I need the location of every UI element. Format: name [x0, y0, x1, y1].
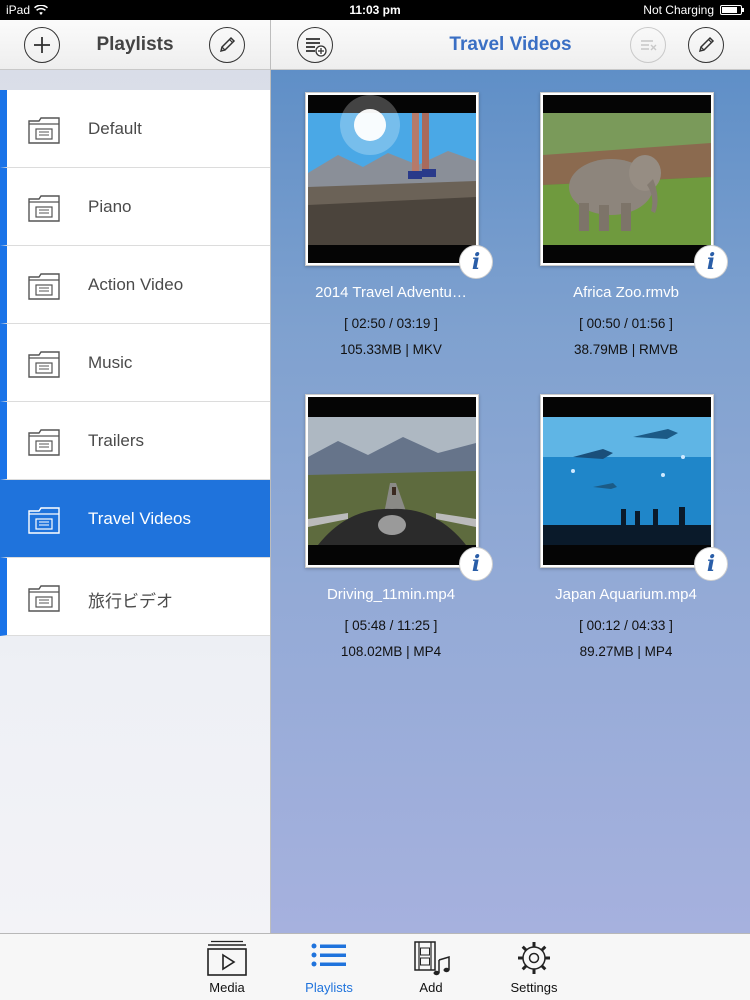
tab-label: Playlists [305, 980, 353, 995]
video-thumbnail[interactable] [540, 92, 714, 266]
info-icon: i [706, 249, 716, 275]
folder-icon [28, 585, 60, 612]
video-size: 108.02MB | MP4 [340, 644, 442, 659]
edit-playlists-button[interactable] [209, 27, 245, 63]
thumbnail-image [543, 397, 711, 565]
thumbnail-image [308, 397, 476, 565]
playlist-label: Trailers [88, 431, 145, 450]
video-title: Driving_11min.mp4 [326, 586, 456, 603]
clear-playlist-button[interactable] [630, 27, 666, 63]
info-icon: i [471, 249, 481, 275]
playlist-label: Music [88, 353, 133, 372]
video-thumbnail[interactable] [305, 394, 479, 568]
tab-add[interactable]: Add [391, 934, 471, 1000]
playlist-item-piano[interactable]: Piano [0, 168, 270, 246]
list-icon [311, 943, 346, 967]
tab-playlists[interactable]: Playlists [289, 934, 369, 1000]
video-grid: i 2014 Travel Adventu… [ 02:50 / 03:19 ]… [271, 70, 750, 933]
playlist-item-japanese-travel-videos[interactable]: 旅行ビデオ [0, 558, 270, 636]
sidebar: Default Piano Action Video Music Trailer… [0, 70, 270, 933]
pencil-icon [219, 36, 236, 53]
list-clear-icon [641, 40, 657, 51]
info-button[interactable]: i [459, 547, 493, 581]
status-time: 11:03 pm [349, 3, 401, 17]
video-thumbnail[interactable] [305, 92, 479, 266]
thumbnail-image [543, 95, 711, 263]
gear-icon [518, 942, 550, 974]
video-time: [ 00:50 / 01:56 ] [579, 316, 673, 331]
playlist-label: Default [88, 119, 142, 138]
film-music-icon [414, 941, 450, 976]
playlist-item-default[interactable]: Default [0, 90, 270, 168]
playlist-label: Piano [88, 197, 132, 216]
info-button[interactable]: i [459, 245, 493, 279]
folder-icon [28, 117, 60, 144]
playlist-item-action-video[interactable]: Action Video [0, 246, 270, 324]
playlist-list: Default Piano Action Video Music Trailer… [0, 90, 270, 636]
tab-label: Add [419, 980, 443, 995]
folder-icon [28, 273, 60, 300]
folder-icon [28, 195, 60, 222]
playlist-item-trailers[interactable]: Trailers [0, 402, 270, 480]
tab-label: Settings [510, 980, 558, 995]
folder-icon [28, 351, 60, 378]
video-size: 105.33MB | MKV [340, 342, 442, 357]
video-size: 89.27MB | MP4 [579, 644, 673, 659]
main-header: Travel Videos [271, 20, 750, 70]
playlist-label: Action Video [88, 275, 184, 294]
tab-bar: Media Playlists Add Settings [0, 933, 750, 1000]
thumbnail-image [308, 95, 476, 263]
tab-media[interactable]: Media [187, 934, 267, 1000]
info-icon: i [706, 551, 716, 577]
video-time: [ 05:48 / 11:25 ] [344, 618, 438, 633]
video-card[interactable]: i Japan Aquarium.mp4 [ 00:12 / 04:33 ] 8… [506, 372, 728, 672]
sidebar-header: Playlists [0, 20, 270, 70]
media-play-icon [207, 940, 247, 976]
playlist-label: Travel Videos [88, 509, 191, 528]
playlist-item-travel-videos[interactable]: Travel Videos [0, 480, 270, 558]
video-card[interactable]: i Africa Zoo.rmvb [ 00:50 / 01:56 ] 38.7… [506, 70, 728, 370]
video-card[interactable]: i Driving_11min.mp4 [ 05:48 / 11:25 ] 10… [271, 372, 493, 672]
edit-videos-button[interactable] [688, 27, 724, 63]
info-icon: i [471, 551, 481, 577]
charging-status: Not Charging [643, 3, 714, 17]
status-bar: iPad 11:03 pm Not Charging [0, 0, 750, 20]
video-time: [ 00:12 / 04:33 ] [579, 618, 673, 633]
video-thumbnail[interactable] [540, 394, 714, 568]
info-button[interactable]: i [694, 245, 728, 279]
video-card[interactable]: i 2014 Travel Adventu… [ 02:50 / 03:19 ]… [271, 70, 493, 370]
playlist-item-music[interactable]: Music [0, 324, 270, 402]
video-time: [ 02:50 / 03:19 ] [344, 316, 438, 331]
video-title: Africa Zoo.rmvb [573, 284, 679, 301]
video-title: Japan Aquarium.mp4 [555, 586, 697, 603]
tab-settings[interactable]: Settings [494, 934, 574, 1000]
tab-label: Media [209, 980, 245, 995]
pencil-icon [698, 36, 715, 53]
video-title: 2014 Travel Adventu… [315, 284, 467, 301]
playlist-label: 旅行ビデオ [88, 592, 173, 611]
folder-icon [28, 429, 60, 456]
main-title: Travel Videos [449, 34, 572, 55]
info-button[interactable]: i [694, 547, 728, 581]
battery-icon [720, 5, 744, 15]
video-size: 38.79MB | RMVB [573, 342, 679, 357]
folder-icon [28, 507, 60, 534]
